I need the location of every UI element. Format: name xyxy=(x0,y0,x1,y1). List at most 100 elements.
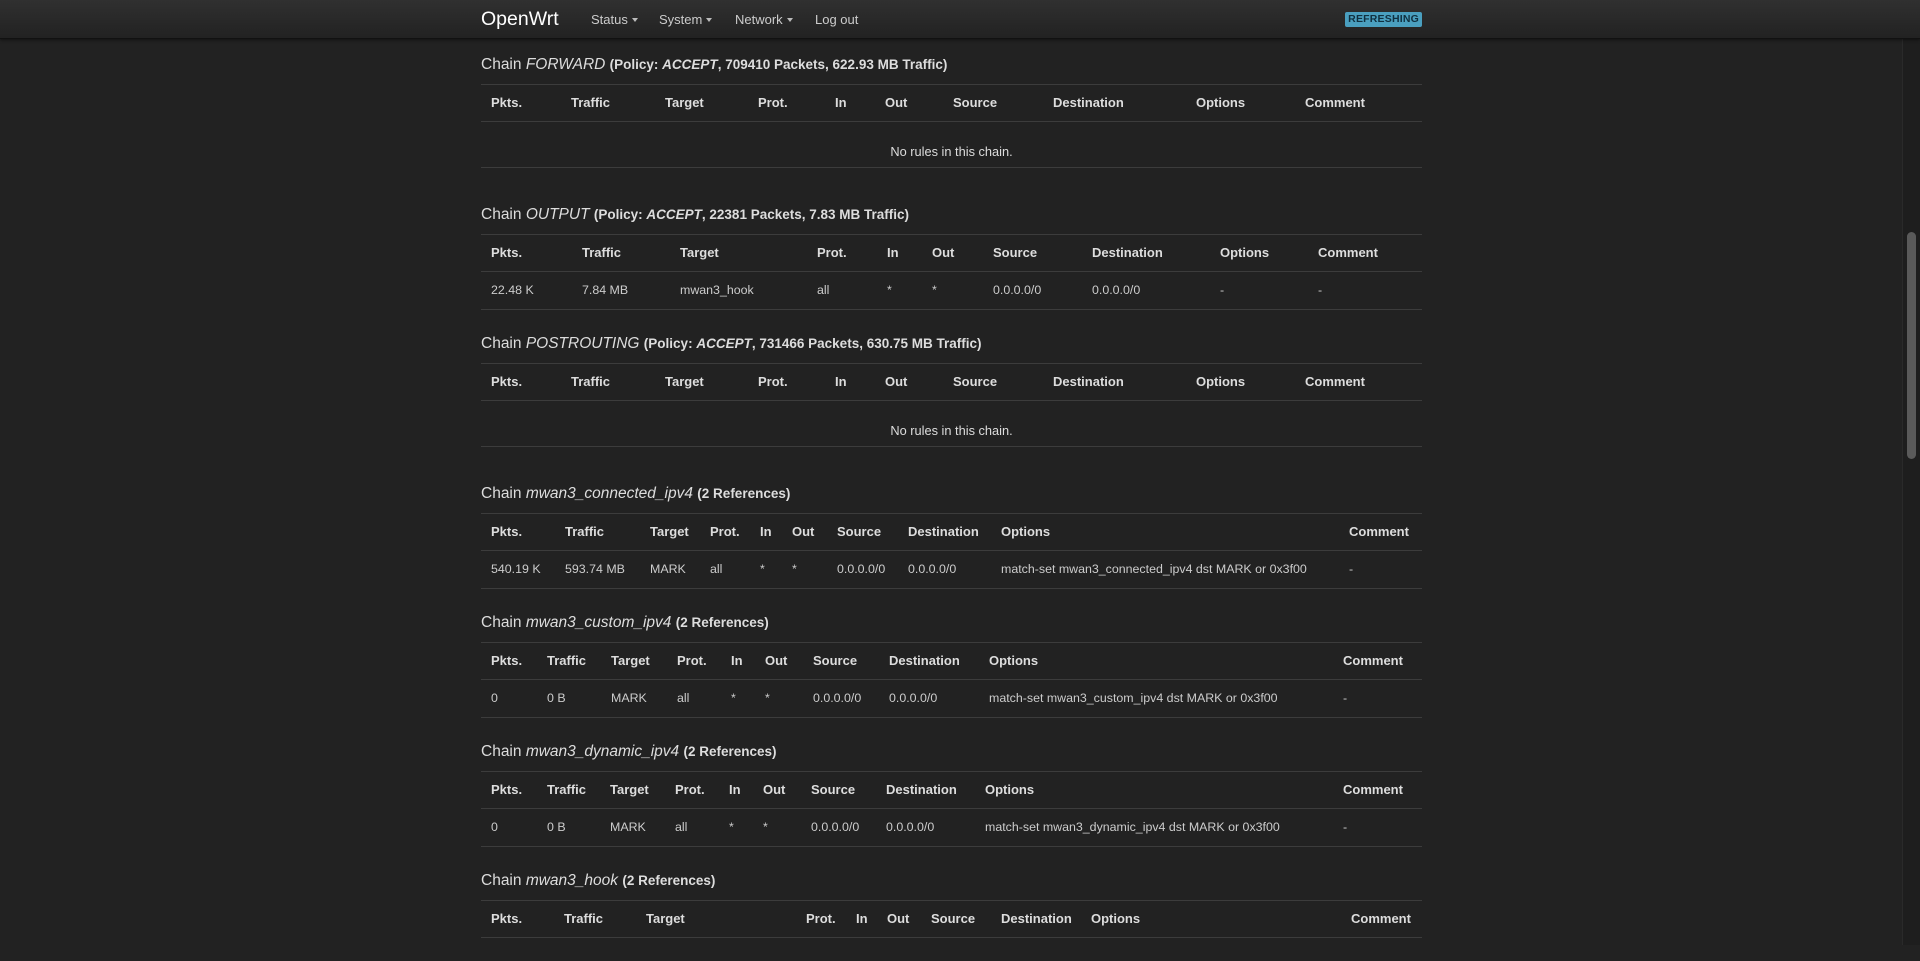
menu-system[interactable]: System xyxy=(659,12,713,27)
col-destination: Destination xyxy=(1053,95,1124,110)
col-target: Target xyxy=(665,374,704,389)
col-in: In xyxy=(729,782,741,797)
col-out: Out xyxy=(932,245,955,260)
col-destination: Destination xyxy=(1001,911,1072,926)
chain-references[interactable]: 2 References xyxy=(688,744,772,759)
table-header: Pkts. Traffic Target Prot. In Out Source… xyxy=(481,901,1422,938)
empty-message: No rules in this chain. xyxy=(890,144,1013,159)
cell-in: * xyxy=(887,283,892,297)
col-traffic: Traffic xyxy=(547,782,587,797)
navbar-inner: OpenWrt Status System Network Log out RE… xyxy=(481,0,1422,38)
policy-label: Policy: xyxy=(648,336,693,351)
col-options: Options xyxy=(1220,245,1270,260)
table-header: Pkts. Traffic Target Prot. In Out Source… xyxy=(481,772,1422,809)
cell-options: match-set mwan3_dynamic_ipv4 dst MARK or… xyxy=(985,820,1280,834)
menu-network[interactable]: Network xyxy=(735,12,793,27)
cell-target: MARK xyxy=(611,691,647,705)
cell-out: * xyxy=(792,562,797,576)
col-out: Out xyxy=(763,782,786,797)
col-comment: Comment xyxy=(1305,374,1365,389)
cell-source: 0.0.0.0/0 xyxy=(811,820,860,834)
col-out: Out xyxy=(765,653,788,668)
col-source: Source xyxy=(953,95,998,110)
chain-references[interactable]: 2 References xyxy=(627,873,711,888)
page-scrollbar[interactable] xyxy=(1902,0,1920,945)
refreshing-badge[interactable]: REFRESHING xyxy=(1345,12,1422,27)
cell-pkts: 0 xyxy=(491,820,498,834)
col-prot: Prot. xyxy=(758,95,788,110)
cell-comment: - xyxy=(1343,820,1348,834)
col-source: Source xyxy=(837,524,882,539)
col-prot: Prot. xyxy=(817,245,847,260)
chain-title-forward: Chain FORWARD (Policy: ACCEPT, 709410 Pa… xyxy=(481,56,948,73)
col-target: Target xyxy=(611,653,650,668)
col-source: Source xyxy=(931,911,976,926)
chain-stats: 731466 Packets, 630.75 MB Traffic xyxy=(759,336,978,351)
cell-destination: 0.0.0.0/0 xyxy=(1092,283,1141,297)
col-traffic: Traffic xyxy=(564,911,604,926)
col-in: In xyxy=(835,374,847,389)
col-pkts: Pkts. xyxy=(491,245,523,260)
cell-source: 0.0.0.0/0 xyxy=(993,283,1042,297)
col-out: Out xyxy=(792,524,815,539)
menu-network-label: Network xyxy=(735,12,783,27)
chain-references[interactable]: 2 References xyxy=(702,486,786,501)
chain-name: POSTROUTING xyxy=(525,335,640,352)
col-traffic: Traffic xyxy=(547,653,587,668)
cell-out: * xyxy=(763,820,768,834)
policy-value: ACCEPT xyxy=(662,57,718,72)
chain-meta: (Policy: ACCEPT, 22381 Packets, 7.83 MB … xyxy=(593,207,910,222)
scrollbar-thumb[interactable] xyxy=(1907,232,1916,459)
chain-title-mwan3-dynamic-ipv4: Chain mwan3_dynamic_ipv4 (2 References) xyxy=(481,743,777,760)
chain-table-mwan3-connected-ipv4: Pkts. Traffic Target Prot. In Out Source… xyxy=(481,513,1422,589)
col-comment: Comment xyxy=(1351,911,1411,926)
col-comment: Comment xyxy=(1318,245,1378,260)
col-prot: Prot. xyxy=(806,911,836,926)
cell-in: * xyxy=(729,820,734,834)
cell-pkts: 540.19 K xyxy=(491,562,541,576)
col-in: In xyxy=(760,524,772,539)
cell-out: * xyxy=(932,283,937,297)
cell-target: mwan3_hook xyxy=(680,283,754,297)
cell-options: match-set mwan3_connected_ipv4 dst MARK … xyxy=(1001,562,1307,576)
chain-references[interactable]: 2 References xyxy=(680,615,764,630)
cell-comment: - xyxy=(1343,691,1348,705)
chain-stats: 709410 Packets, 622.93 MB Traffic xyxy=(725,57,943,72)
col-source: Source xyxy=(953,374,998,389)
cell-comment: - xyxy=(1349,562,1354,576)
cell-prot: all xyxy=(677,691,690,705)
col-destination: Destination xyxy=(889,653,960,668)
menu-logout[interactable]: Log out xyxy=(815,12,858,27)
col-options: Options xyxy=(1091,911,1141,926)
chain-name: FORWARD xyxy=(525,56,606,73)
col-destination: Destination xyxy=(908,524,979,539)
policy-label: Policy: xyxy=(614,57,659,72)
col-in: In xyxy=(887,245,899,260)
chain-name: mwan3_hook xyxy=(525,872,619,889)
col-options: Options xyxy=(1196,374,1246,389)
col-pkts: Pkts. xyxy=(491,782,523,797)
chevron-down-icon xyxy=(631,17,638,22)
cell-options: - xyxy=(1220,283,1225,297)
chain-name: OUTPUT xyxy=(525,206,590,223)
col-traffic: Traffic xyxy=(571,95,611,110)
col-target: Target xyxy=(646,911,685,926)
col-destination: Destination xyxy=(1053,374,1124,389)
col-out: Out xyxy=(885,95,908,110)
empty-message: No rules in this chain. xyxy=(890,423,1013,438)
chain-meta: (Policy: ACCEPT, 731466 Packets, 630.75 … xyxy=(643,336,982,351)
cell-prot: all xyxy=(710,562,723,576)
brand-logo[interactable]: OpenWrt xyxy=(481,8,559,31)
col-options: Options xyxy=(1196,95,1246,110)
cell-in: * xyxy=(760,562,765,576)
chain-name: mwan3_connected_ipv4 xyxy=(525,485,693,502)
col-comment: Comment xyxy=(1305,95,1365,110)
cell-comment: - xyxy=(1318,283,1323,297)
cell-prot: all xyxy=(817,283,830,297)
col-prot: Prot. xyxy=(758,374,788,389)
chain-title-output: Chain OUTPUT (Policy: ACCEPT, 22381 Pack… xyxy=(481,206,910,223)
chain-table-postrouting: Pkts. Traffic Target Prot. In Out Source… xyxy=(481,363,1422,447)
menu-status[interactable]: Status xyxy=(591,12,638,27)
table-header: Pkts. Traffic Target Prot. In Out Source… xyxy=(481,514,1422,551)
chain-table-mwan3-hook: Pkts. Traffic Target Prot. In Out Source… xyxy=(481,900,1422,961)
